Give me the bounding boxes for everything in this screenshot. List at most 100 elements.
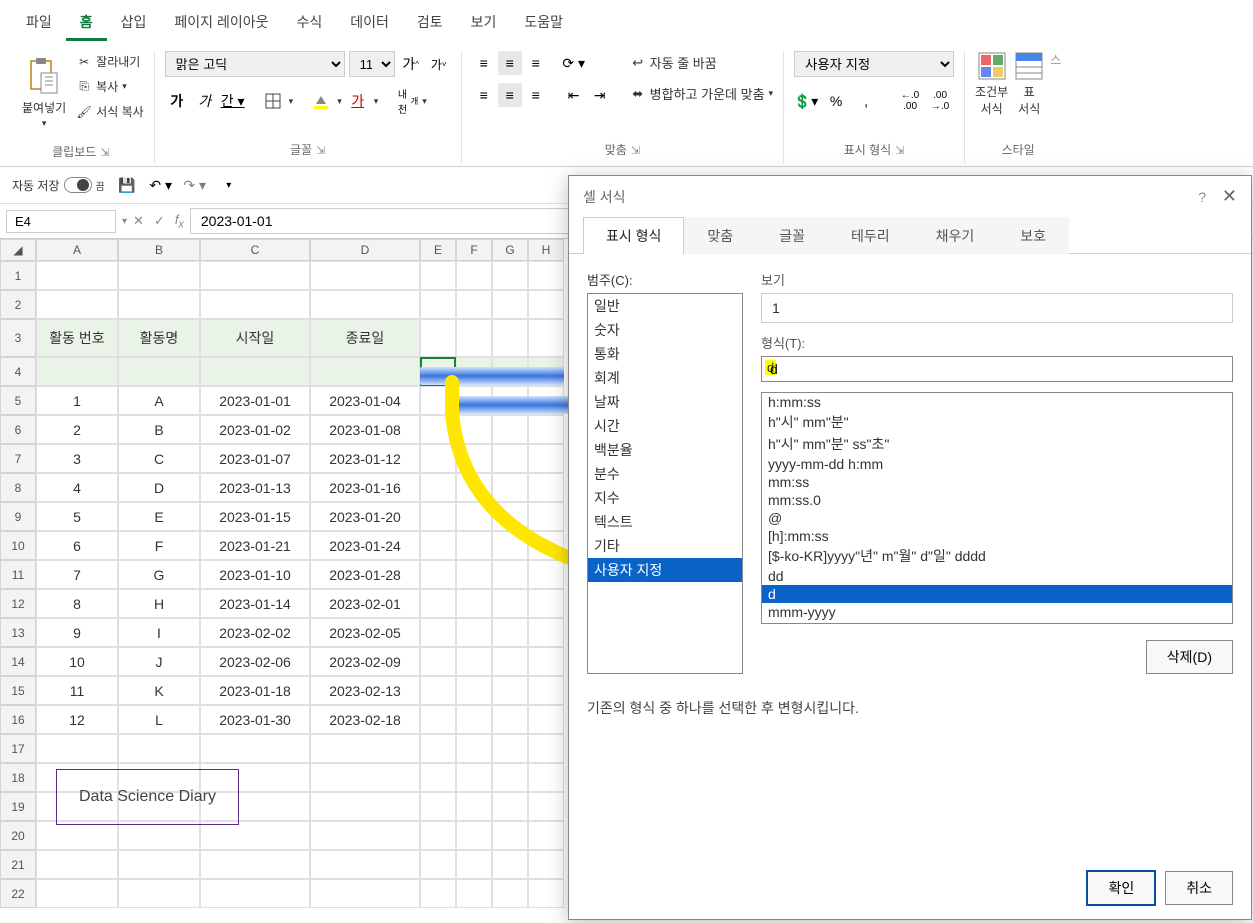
- phonetic-button[interactable]: 내천개: [394, 89, 418, 113]
- cell[interactable]: 3: [36, 444, 118, 473]
- cell[interactable]: [456, 879, 492, 908]
- cell[interactable]: [36, 261, 118, 290]
- cell[interactable]: 2023-02-09: [310, 647, 420, 676]
- row-header[interactable]: 10: [0, 531, 36, 560]
- cell[interactable]: 5: [36, 502, 118, 531]
- cell[interactable]: [456, 473, 492, 502]
- format-item[interactable]: h"시" mm"분" ss"초": [762, 433, 1232, 455]
- menu-help[interactable]: 도움말: [510, 6, 577, 41]
- percent-button[interactable]: %: [824, 89, 848, 113]
- cell[interactable]: [200, 734, 310, 763]
- enter-icon[interactable]: ✓: [154, 213, 165, 229]
- cell[interactable]: [492, 560, 528, 589]
- cell[interactable]: [492, 792, 528, 821]
- cell[interactable]: [528, 705, 564, 734]
- menu-data[interactable]: 데이터: [336, 6, 403, 41]
- menu-review[interactable]: 검토: [403, 6, 457, 41]
- cell[interactable]: [118, 290, 200, 319]
- category-item[interactable]: 백분율: [588, 438, 742, 462]
- menu-home[interactable]: 홈: [66, 6, 107, 41]
- cell[interactable]: [492, 415, 528, 444]
- cell[interactable]: [118, 734, 200, 763]
- cell[interactable]: [456, 647, 492, 676]
- cell[interactable]: 활동명: [118, 319, 200, 357]
- cell[interactable]: 2023-01-01: [200, 386, 310, 415]
- cell[interactable]: [492, 618, 528, 647]
- cell[interactable]: [492, 879, 528, 908]
- cell[interactable]: [310, 290, 420, 319]
- category-item[interactable]: 분수: [588, 462, 742, 486]
- cell[interactable]: [528, 560, 564, 589]
- currency-button[interactable]: 💲▾: [794, 89, 818, 113]
- format-item[interactable]: h"시" mm"분": [762, 411, 1232, 433]
- cell[interactable]: [492, 589, 528, 618]
- row-header[interactable]: 6: [0, 415, 36, 444]
- cell[interactable]: [420, 792, 456, 821]
- cell[interactable]: [456, 792, 492, 821]
- cell[interactable]: [528, 618, 564, 647]
- fill-color-button[interactable]: [309, 89, 333, 113]
- row-header[interactable]: 18: [0, 763, 36, 792]
- cell[interactable]: E: [118, 502, 200, 531]
- col-header[interactable]: B: [118, 239, 200, 261]
- redo-button[interactable]: ↷ ▾: [183, 173, 207, 197]
- launcher-icon[interactable]: ⇲: [100, 147, 109, 159]
- wrap-text-button[interactable]: ↩ 자동 줄 바꿈: [630, 51, 773, 74]
- cell[interactable]: 종료일: [310, 319, 420, 357]
- cell[interactable]: [420, 473, 456, 502]
- cut-button[interactable]: ✂ 잘라내기: [76, 51, 144, 72]
- row-header[interactable]: 14: [0, 647, 36, 676]
- cell[interactable]: [456, 560, 492, 589]
- cell[interactable]: 2023-01-08: [310, 415, 420, 444]
- cell[interactable]: 2023-01-18: [200, 676, 310, 705]
- cell[interactable]: [420, 502, 456, 531]
- cell[interactable]: 2023-01-21: [200, 531, 310, 560]
- font-color-button[interactable]: 가: [346, 89, 370, 113]
- format-item[interactable]: dd: [762, 567, 1232, 585]
- align-top-button[interactable]: ≡: [472, 51, 496, 75]
- table-format-button[interactable]: 표 서식: [1014, 51, 1044, 117]
- format-item[interactable]: mm:ss.0: [762, 491, 1232, 509]
- cell[interactable]: [420, 261, 456, 290]
- indent-decrease-button[interactable]: ⇤: [562, 83, 586, 107]
- cell[interactable]: [492, 261, 528, 290]
- cell[interactable]: B: [118, 415, 200, 444]
- cell[interactable]: [492, 502, 528, 531]
- cell[interactable]: [310, 261, 420, 290]
- cell[interactable]: G: [118, 560, 200, 589]
- align-middle-button[interactable]: ≡: [498, 51, 522, 75]
- cell[interactable]: [310, 357, 420, 386]
- cell[interactable]: [200, 850, 310, 879]
- cell[interactable]: [456, 319, 492, 357]
- name-box[interactable]: [6, 210, 116, 233]
- row-header[interactable]: 9: [0, 502, 36, 531]
- cell[interactable]: 2023-01-20: [310, 502, 420, 531]
- delete-button[interactable]: 삭제(D): [1146, 640, 1233, 674]
- cell[interactable]: 2023-01-30: [200, 705, 310, 734]
- row-header[interactable]: 7: [0, 444, 36, 473]
- cell[interactable]: [420, 560, 456, 589]
- cell[interactable]: C: [118, 444, 200, 473]
- cell[interactable]: [420, 290, 456, 319]
- cell[interactable]: [528, 502, 564, 531]
- launcher-icon[interactable]: ⇲: [895, 145, 904, 157]
- indent-increase-button[interactable]: ⇥: [588, 83, 612, 107]
- row-header[interactable]: 15: [0, 676, 36, 705]
- cell[interactable]: [420, 734, 456, 763]
- cell[interactable]: 1: [36, 386, 118, 415]
- cell[interactable]: [492, 444, 528, 473]
- cell[interactable]: 4: [36, 473, 118, 502]
- row-header[interactable]: 20: [0, 821, 36, 850]
- cell[interactable]: [310, 792, 420, 821]
- row-header[interactable]: 12: [0, 589, 36, 618]
- copy-button[interactable]: ⎘ 복사 ▾: [76, 76, 144, 97]
- cell[interactable]: [492, 319, 528, 357]
- cancel-icon[interactable]: ✕: [133, 213, 144, 229]
- col-header[interactable]: G: [492, 239, 528, 261]
- paste-button[interactable]: 붙여넣기 ▾: [18, 51, 70, 133]
- cell[interactable]: 11: [36, 676, 118, 705]
- cell[interactable]: [456, 763, 492, 792]
- conditional-format-button[interactable]: 조건부 서식: [975, 51, 1008, 117]
- cell[interactable]: [310, 850, 420, 879]
- launcher-icon[interactable]: ⇲: [631, 145, 640, 157]
